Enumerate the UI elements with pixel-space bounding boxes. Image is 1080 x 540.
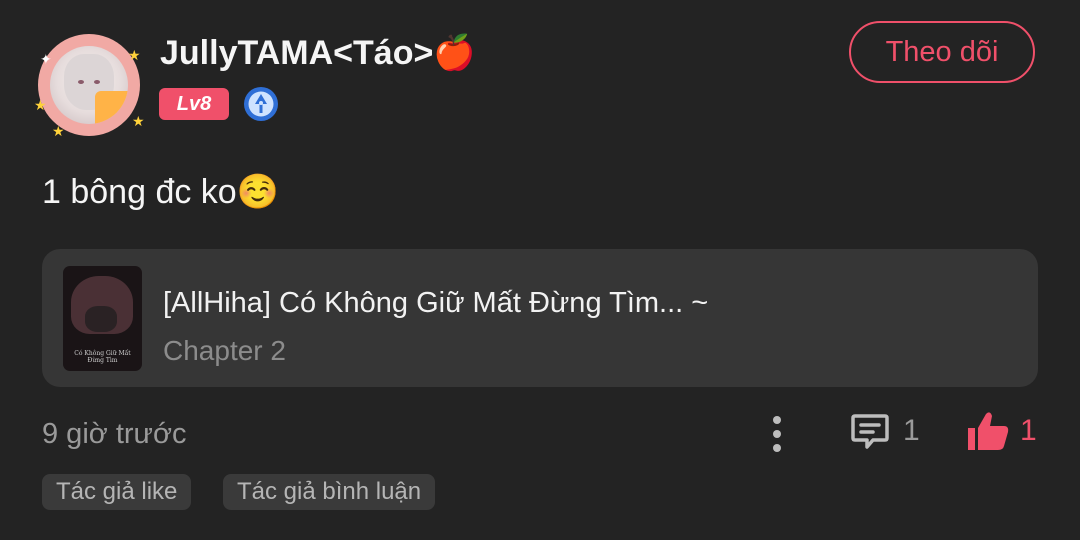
story-cover-image: Có Không Giữ Mất Đừng Tìm xyxy=(63,266,142,371)
star-icon: ✦ xyxy=(40,51,52,67)
comment-text: 1 bông đc ko☺️ xyxy=(42,173,280,211)
follow-button[interactable]: Theo dõi xyxy=(849,21,1035,83)
story-title[interactable]: [AllHiha] Có Không Giữ Mất Đừng Tìm... ~ xyxy=(163,287,708,320)
comment-count: 1 xyxy=(903,414,920,447)
like-button[interactable]: 1 xyxy=(966,410,1037,452)
story-card[interactable]: Có Không Giữ Mất Đừng Tìm [AllHiha] Có K… xyxy=(42,249,1038,387)
comment-icon xyxy=(851,414,889,449)
timestamp: 9 giờ trước xyxy=(42,418,187,450)
star-icon: ★ xyxy=(34,97,47,113)
star-icon: ★ xyxy=(52,123,65,139)
star-icon: ★ xyxy=(132,113,145,129)
cover-caption: Có Không Giữ Mất Đừng Tìm xyxy=(74,350,131,364)
star-icon: ★ xyxy=(128,47,141,63)
more-vertical-icon[interactable] xyxy=(762,412,792,456)
author-comment-tag: Tác giả bình luận xyxy=(223,474,436,510)
avatar[interactable]: ★ ★ ★ ★ ✦ xyxy=(32,28,146,142)
thumbs-up-icon xyxy=(968,412,1009,450)
like-count: 1 xyxy=(1020,414,1037,447)
avatar-image xyxy=(50,46,128,124)
story-chapter: Chapter 2 xyxy=(163,335,286,366)
comment-count-button[interactable]: 1 xyxy=(849,410,920,452)
author-like-tag: Tác giả like xyxy=(42,474,192,510)
username[interactable]: JullyTAMA<Táo>🍎 xyxy=(160,33,476,73)
verified-badge-icon xyxy=(244,87,278,121)
level-badge: Lv8 xyxy=(159,88,229,120)
